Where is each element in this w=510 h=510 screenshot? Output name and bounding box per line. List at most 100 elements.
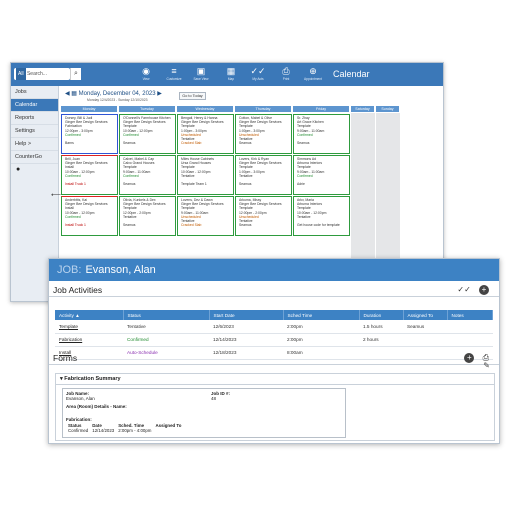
fab-summary-title[interactable]: ▾ Fabrication Summary xyxy=(56,374,494,385)
calendar-appointment[interactable]: Dorsey, Bill & Judi Ginger Bee Design Ser… xyxy=(61,114,118,154)
search-icon[interactable]: ⌕ xyxy=(70,68,81,80)
save-icon: ▣ xyxy=(196,66,206,76)
user-icon[interactable]: ● xyxy=(11,166,58,173)
sidebar-item-calendar[interactable]: Calendar xyxy=(11,99,58,112)
appointment-line: Seamus xyxy=(239,141,252,146)
add-form-icon[interactable]: + xyxy=(464,352,475,363)
cell-activity[interactable]: Fabrication xyxy=(55,333,123,347)
appointment-line: Seamus xyxy=(297,141,310,146)
check-tool-button[interactable]: ✓✓ My Acts xyxy=(245,65,271,85)
top-toolbar: All Search... ⌕ ◉ View ≡ Customize ▣ Save Vie… xyxy=(11,63,443,86)
eye-tool-button[interactable]: ◉ View xyxy=(133,65,159,85)
calendar-appointment[interactable]: Arkv, Maria Arbuma Interiors Template 10:00… xyxy=(293,196,350,236)
app-title: Calendar xyxy=(333,69,370,79)
date-range: Monday 12/4/2023 - Sunday 12/10/2023 xyxy=(87,98,148,102)
appointment-line: Seamus xyxy=(239,182,252,187)
calendar-appointment[interactable]: Brill, Juan Ginger Bee Design Services Ins… xyxy=(61,155,118,195)
cell-time: 2:00pm xyxy=(283,333,359,347)
job-window: JOB: Evanson, Alan Job Activities ✓✓ + Ac… xyxy=(48,258,500,444)
calendar-appointment[interactable]: O'Donnell's Farmhouse Kitchen Ginger Bee … xyxy=(119,114,176,154)
map-tool-button[interactable]: ▦ Map xyxy=(218,65,244,85)
col-activity[interactable]: Activity ▲ xyxy=(55,310,124,320)
search-box[interactable]: All Search... xyxy=(14,68,70,80)
collapse-arrow-icon[interactable]: ⟵ xyxy=(51,191,61,199)
date-heading: Monday, December 04, 2023 xyxy=(78,91,156,97)
tool-label: View xyxy=(142,77,150,81)
next-week-icon[interactable]: ▶ xyxy=(157,91,162,97)
appointment-line: Adrie xyxy=(297,182,305,187)
appointment-line: Confirmed xyxy=(297,132,313,137)
calendar-appointment[interactable]: Olivia, Kunkels & Dex Ginger Bee Design S… xyxy=(119,196,176,236)
col-start-date[interactable]: Start Date xyxy=(209,310,284,320)
table-row[interactable]: Template Tentative 12/6/2023 2:00pm 1.5 hour… xyxy=(55,320,493,334)
date-navigation: ◀ ▦ Monday, December 04, 2023 ▶ xyxy=(65,90,162,97)
appointment-line: Confirmed xyxy=(297,173,313,178)
calendar-appointment[interactable]: Calvet, Mabel & Cap Calvo Grand Houses Tem… xyxy=(119,155,176,195)
day-header-tuesday: Tuesday xyxy=(119,106,176,112)
tool-label: Customize xyxy=(166,77,182,81)
day-header-saturday: Saturday xyxy=(351,106,375,112)
col-status[interactable]: Status xyxy=(123,310,210,320)
appointment-line: Install Truck 1 xyxy=(65,223,86,228)
appointment-line: Seamus xyxy=(239,223,252,228)
search-scope[interactable]: All xyxy=(16,68,26,80)
appointment-line: Tentative xyxy=(239,173,253,178)
cell-notes xyxy=(447,320,493,334)
print-icon: ⎙ xyxy=(282,66,290,76)
forms-title: Forms xyxy=(53,353,78,363)
job-name: Evanson, Alan xyxy=(85,264,156,276)
appointment-line: Install Truck 1 xyxy=(65,182,86,187)
day-header-monday: Monday xyxy=(61,106,118,112)
job-id-field: Job ID #: 48 xyxy=(211,391,231,401)
calendar-appointment[interactable]: Lovers, Kirk & Ryan Ginger Bee Design Ser… xyxy=(235,155,292,195)
sliders-icon: ≡ xyxy=(171,66,177,76)
go-to-today-button[interactable]: Go to Today xyxy=(179,92,206,100)
edit-icon[interactable]: ✎ xyxy=(483,361,490,370)
appointment-line: Cracked Slab xyxy=(181,223,202,228)
prev-week-icon[interactable]: ◀ xyxy=(65,91,70,97)
calendar-appointment[interactable]: Cotton, Mabel & Olive Ginger Bee Design S… xyxy=(235,114,292,154)
cell-start: 12/6/2023 xyxy=(209,320,283,334)
cell-duration: 2 hours xyxy=(359,333,403,347)
save-tool-button[interactable]: ▣ Save View xyxy=(188,65,214,85)
sidebar-item-jobs[interactable]: Jobs xyxy=(11,86,58,99)
map-icon: ▦ xyxy=(226,66,236,76)
calendar-appointment[interactable]: Lovens, Dez & Dawn Ginger Bee Design Serv… xyxy=(177,196,234,236)
sidebar-item-reports[interactable]: Reports xyxy=(11,112,58,125)
cell-status: Confirmed xyxy=(123,333,209,347)
appointment-line: Confirmed xyxy=(65,173,81,178)
appointment-line: Get house code for template xyxy=(297,223,340,228)
calendar-appointment[interactable]: Miles House Cabinets Ursa Grand Houses Tem… xyxy=(177,155,234,195)
cell-assigned xyxy=(403,333,447,347)
sidebar-item-settings[interactable]: Settings xyxy=(11,125,58,138)
sidebar-item-help[interactable]: Help > xyxy=(11,138,58,151)
print-tool-button[interactable]: ⎙ Print xyxy=(273,65,299,85)
add-tool-button[interactable]: ⊕ Appointment xyxy=(300,65,326,85)
calendar-appointment[interactable]: Sr. Zhay Art Grace Kitchen Template 9:00am … xyxy=(293,114,350,154)
fab-details-table: Status Date Sched. Time Assigned To Conf… xyxy=(68,423,182,433)
job-activities-header: Job Activities ✓✓ + xyxy=(49,283,499,297)
calendar-icon[interactable]: ▦ xyxy=(71,91,77,97)
calendar-appointment[interactable]: Anderbitts, Kai Ginger Bee Design Service… xyxy=(61,196,118,236)
search-input[interactable]: Search... xyxy=(27,71,47,77)
cell-activity[interactable]: Template xyxy=(55,320,123,334)
cell-notes xyxy=(447,333,493,347)
appointment-line: Confirmed xyxy=(123,173,139,178)
table-row[interactable]: Fabrication Confirmed 12/14/2023 2:00pm 2 ho… xyxy=(55,333,493,347)
calendar-appointment[interactable]: Arkuma, Missy Ginger Bee Design Services T… xyxy=(235,196,292,236)
col-notes[interactable]: Notes xyxy=(447,310,493,320)
day-header-friday: Friday xyxy=(293,106,350,112)
appointment-line: Seamus xyxy=(123,182,136,187)
add-activity-icon[interactable]: + xyxy=(479,284,489,295)
appointment-line: Tentative xyxy=(181,173,195,178)
col-duration[interactable]: Duration xyxy=(359,310,404,320)
check-all-icon[interactable]: ✓✓ xyxy=(457,285,470,294)
sliders-tool-button[interactable]: ≡ Customize xyxy=(161,65,187,85)
calendar-appointment[interactable]: Simmons Ad Arbuma Interiors Template 9:00am… xyxy=(293,155,350,195)
calendar-appointment[interactable]: Bengali, Henry & Hanna Ginger Bee Design … xyxy=(177,114,234,154)
cell-start: 12/14/2023 xyxy=(209,333,283,347)
job-name-field: Job Name: Evanson, Alan xyxy=(66,391,95,401)
col-assigned-to[interactable]: Assigned To xyxy=(403,310,448,320)
col-sched-time[interactable]: Sched Time xyxy=(283,310,360,320)
sidebar-item-countergo[interactable]: CounterGo xyxy=(11,151,58,164)
